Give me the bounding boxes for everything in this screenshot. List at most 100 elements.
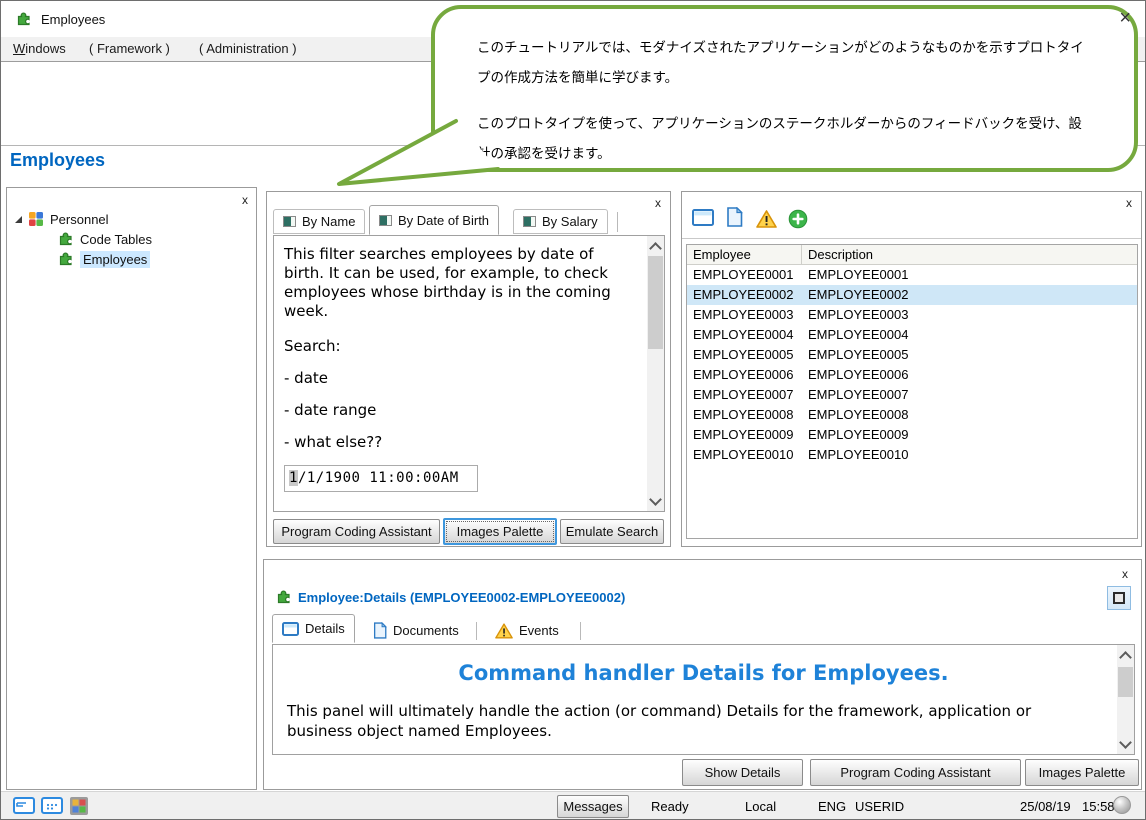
window-icon[interactable] — [692, 209, 714, 227]
employee-cell[interactable]: EMPLOYEE0002 — [687, 285, 802, 305]
menu-framework[interactable]: ( Framework ) — [89, 41, 170, 56]
description-cell[interactable]: EMPLOYEE0007 — [802, 385, 1137, 405]
description-cell[interactable]: EMPLOYEE0006 — [802, 365, 1137, 385]
tree-node-employees[interactable]: Employees — [58, 250, 151, 268]
instance-toolbar — [682, 206, 1141, 239]
employee-cell[interactable]: EMPLOYEE0001 — [687, 265, 802, 285]
employee-cell[interactable]: EMPLOYEE0005 — [687, 345, 802, 365]
employee-row[interactable]: EMPLOYEE0003 EMPLOYEE0003 — [687, 305, 1137, 325]
images-palette-button[interactable]: Images Palette — [1025, 759, 1139, 786]
menu-windows[interactable]: Windows — [13, 41, 66, 56]
scroll-down-button[interactable] — [647, 491, 664, 511]
description-cell[interactable]: EMPLOYEE0004 — [802, 325, 1137, 345]
employee-cell[interactable]: EMPLOYEE0003 — [687, 305, 802, 325]
employee-cell[interactable]: EMPLOYEE0008 — [687, 405, 802, 425]
details-content: Command handler Details for Employees. T… — [272, 644, 1135, 755]
status-ready: Ready — [651, 799, 689, 814]
tab-events[interactable]: Events — [486, 618, 568, 643]
document-icon[interactable] — [726, 207, 743, 227]
tab-label[interactable]: Events — [519, 623, 559, 638]
date-input[interactable]: 1/1/1900 11:00:00AM — [284, 465, 478, 492]
window-close-icon[interactable]: × — [1119, 7, 1131, 29]
employee-row[interactable]: EMPLOYEE0002 EMPLOYEE0002 — [687, 285, 1137, 305]
description-cell[interactable]: EMPLOYEE0001 — [802, 265, 1137, 285]
tab-label[interactable]: Documents — [393, 623, 459, 638]
tab-label[interactable]: By Date of Birth — [398, 213, 489, 228]
date-selected-char[interactable]: 1 — [289, 470, 298, 486]
employee-cell[interactable]: EMPLOYEE0010 — [687, 445, 802, 465]
employee-row[interactable]: EMPLOYEE0006 EMPLOYEE0006 — [687, 365, 1137, 385]
employee-row[interactable]: EMPLOYEE0001 EMPLOYEE0001 — [687, 265, 1137, 285]
date-rest[interactable]: /1/1900 11:00:00AM — [298, 470, 459, 486]
tab-by-name[interactable]: By Name — [273, 209, 366, 234]
employee-row[interactable]: EMPLOYEE0010 EMPLOYEE0010 — [687, 445, 1137, 465]
scroll-down-button[interactable] — [1117, 734, 1134, 754]
employee-cell[interactable]: EMPLOYEE0007 — [687, 385, 802, 405]
scroll-thumb[interactable] — [648, 256, 663, 349]
tree-node-code-tables[interactable]: Code Tables — [58, 230, 152, 248]
description-cell[interactable]: EMPLOYEE0008 — [802, 405, 1137, 425]
description-cell[interactable]: EMPLOYEE0002 — [802, 285, 1137, 305]
emulate-search-button[interactable]: Emulate Search — [560, 519, 664, 544]
details-scrollbar[interactable] — [1117, 645, 1134, 754]
messages-button[interactable]: Messages — [557, 795, 629, 818]
grid-icon[interactable] — [41, 796, 63, 815]
menu-administration[interactable]: ( Administration ) — [199, 41, 297, 56]
employee-row[interactable]: EMPLOYEE0009 EMPLOYEE0009 — [687, 425, 1137, 445]
column-header-employee[interactable]: Employee — [687, 245, 802, 264]
chevron-up-icon — [649, 242, 662, 255]
details-title: Employee:Details (EMPLOYEE0002-EMPLOYEE0… — [298, 590, 626, 605]
tab-divider — [580, 622, 581, 640]
tree-expand-icon[interactable] — [15, 215, 22, 223]
add-icon[interactable] — [788, 209, 808, 229]
frame-icon[interactable] — [13, 796, 35, 815]
window-icon — [282, 621, 299, 636]
tab-documents[interactable]: Documents — [364, 618, 468, 643]
tree-node-label-selected[interactable]: Employees — [80, 250, 151, 268]
tree-node-label[interactable]: Personnel — [50, 212, 109, 227]
employee-row[interactable]: EMPLOYEE0005 EMPLOYEE0005 — [687, 345, 1137, 365]
palette-icon[interactable] — [69, 796, 89, 816]
maximize-button[interactable] — [1107, 586, 1131, 610]
details-panel-close-icon[interactable]: x — [1122, 568, 1128, 580]
personnel-puzzle-icon — [29, 212, 43, 226]
tab-by-date-of-birth[interactable]: By Date of Birth — [369, 205, 500, 235]
description-cell[interactable]: EMPLOYEE0005 — [802, 345, 1137, 365]
app-window: Employees × Windows ( Framework ) ( Admi… — [0, 0, 1146, 820]
employee-row[interactable]: EMPLOYEE0004 EMPLOYEE0004 — [687, 325, 1137, 345]
column-header-description[interactable]: Description — [802, 245, 1137, 264]
program-coding-assistant-button[interactable]: Program Coding Assistant — [273, 519, 440, 544]
tab-details[interactable]: Details — [272, 614, 355, 643]
tree-node-personnel[interactable]: Personnel — [15, 210, 109, 228]
filters-panel-close-icon[interactable]: x — [655, 197, 661, 209]
warning-icon[interactable] — [756, 210, 777, 228]
description-cell[interactable]: EMPLOYEE0003 — [802, 305, 1137, 325]
maximize-icon — [1113, 592, 1125, 604]
images-palette-button[interactable]: Images Palette — [443, 518, 557, 545]
employee-cell[interactable]: EMPLOYEE0004 — [687, 325, 802, 345]
callout-paragraph-1: このチュートリアルでは、モダナイズされたアプリケーションがどのようなものかを示す… — [477, 40, 1084, 85]
tab-label[interactable]: By Salary — [542, 214, 598, 229]
tab-by-salary[interactable]: By Salary — [513, 209, 608, 234]
employee-row[interactable]: EMPLOYEE0007 EMPLOYEE0007 — [687, 385, 1137, 405]
show-details-button[interactable]: Show Details — [682, 759, 803, 786]
employee-cell[interactable]: EMPLOYEE0006 — [687, 365, 802, 385]
status-language: ENG — [818, 799, 847, 814]
description-cell[interactable]: EMPLOYEE0009 — [802, 425, 1137, 445]
description-cell[interactable]: EMPLOYEE0010 — [802, 445, 1137, 465]
tab-label[interactable]: By Name — [302, 214, 355, 229]
table-body: EMPLOYEE0001 EMPLOYEE0001 EMPLOYEE0002 E… — [687, 265, 1137, 465]
filter-scrollbar[interactable] — [647, 236, 664, 511]
navigation-panel-close-icon[interactable]: x — [242, 194, 248, 206]
tree-node-label[interactable]: Code Tables — [80, 232, 152, 247]
tab-label[interactable]: Details — [305, 621, 345, 636]
employee-cell[interactable]: EMPLOYEE0009 — [687, 425, 802, 445]
program-coding-assistant-button[interactable]: Program Coding Assistant — [810, 759, 1021, 786]
filter-tab-icon — [379, 214, 392, 226]
details-paragraph: This panel will ultimately handle the ac… — [287, 702, 1032, 740]
instance-list-panel: x Employee Description EMPLOYEE0001 EMPL… — [681, 191, 1142, 547]
scroll-thumb[interactable] — [1118, 667, 1133, 697]
filter-paragraph: This filter searches employees by date o… — [284, 245, 611, 320]
employee-row[interactable]: EMPLOYEE0008 EMPLOYEE0008 — [687, 405, 1137, 425]
filters-panel: x By Name By Date of Birth By Salary Thi… — [266, 191, 671, 547]
